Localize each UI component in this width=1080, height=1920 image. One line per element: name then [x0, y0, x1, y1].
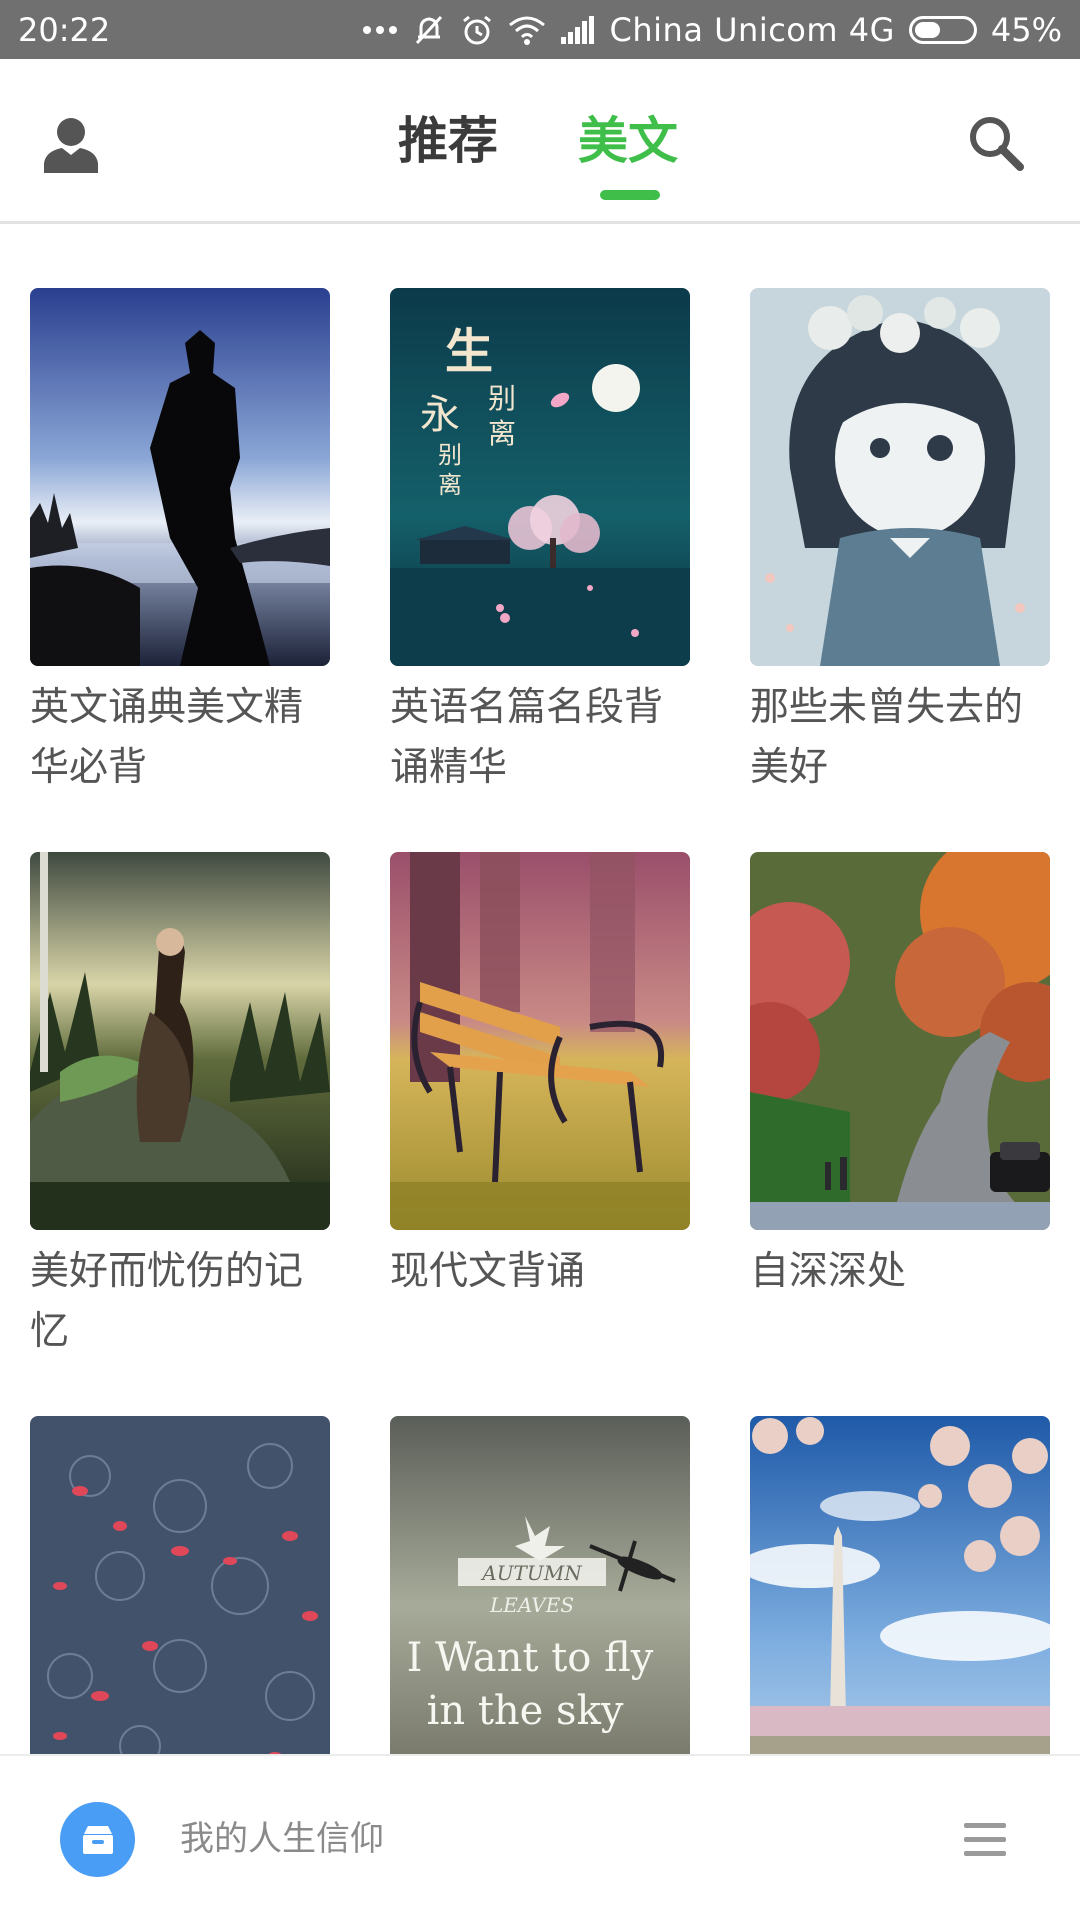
svg-text:离: 离: [488, 417, 516, 450]
mute-icon: [415, 15, 442, 44]
article-card[interactable]: [30, 1416, 330, 1754]
signal-icon: [560, 15, 594, 44]
article-grid: 英文诵典美文精华必背 生 别 离 永 别 离 英语名篇名段背诵精华 那些未曾失去…: [0, 224, 1080, 1754]
status-icons: China Unicom 4G 45%: [362, 11, 1062, 49]
player-title[interactable]: 我的人生信仰: [180, 1814, 384, 1864]
battery-percent: 45%: [990, 10, 1062, 49]
card-title: 英语名篇名段背诵精华: [390, 685, 664, 790]
card-image-silhouette: [30, 288, 330, 666]
article-card[interactable]: 现代文背诵: [390, 852, 690, 1302]
article-card[interactable]: 自深深处: [750, 852, 1050, 1302]
active-tab-indicator: [600, 190, 660, 200]
svg-text:别: 别: [438, 441, 462, 469]
svg-text:生: 生: [445, 324, 493, 380]
card-image-bench: [390, 852, 690, 1230]
article-card[interactable]: 生 别 离 永 别 离 英语名篇名段背诵精华: [390, 288, 690, 798]
card-title: 自深深处: [750, 1249, 907, 1294]
card-image-monument: [750, 1416, 1050, 1754]
battery-icon: [908, 15, 977, 44]
image-text-autumn: AUTUMN: [480, 1561, 583, 1585]
card-image-woman-forest: [30, 852, 330, 1230]
card-title: 美好而忧伤的记忆: [30, 1249, 304, 1354]
tab-recommend[interactable]: 推荐: [398, 109, 498, 173]
search-icon[interactable]: [966, 113, 1026, 173]
menu-icon[interactable]: [964, 1822, 1006, 1858]
inbox-icon: [82, 1825, 113, 1854]
status-bar: 20:22 China Unicom 4G 45%: [0, 0, 1080, 59]
bottom-player-bar: 我的人生信仰: [0, 1754, 1080, 1920]
screen: 20:22 China Unicom 4G 45% 推荐 美文 英文诵典美文精华…: [0, 0, 1080, 1920]
top-nav: 推荐 美文: [0, 59, 1080, 224]
user-icon[interactable]: [42, 115, 100, 175]
article-card[interactable]: 英文诵典美文精华必背: [30, 288, 330, 798]
card-title: 那些未曾失去的美好: [750, 685, 1024, 790]
tab-meiwen[interactable]: 美文: [578, 109, 678, 173]
card-image-moon-night: 生 别 离 永 别 离: [390, 288, 690, 666]
svg-text:永: 永: [420, 392, 460, 438]
battery-fill: [914, 21, 940, 38]
article-card[interactable]: 那些未曾失去的美好: [750, 288, 1050, 798]
wifi-icon: [508, 16, 545, 45]
alarm-icon: [462, 15, 491, 44]
card-image-autumn-road: [750, 852, 1050, 1230]
card-title: 英文诵典美文精华必背: [30, 685, 304, 790]
card-image-autumn-leaves: AUTUMN LEAVES I Want to fly in the sky: [390, 1416, 690, 1754]
article-card[interactable]: 美好而忧伤的记忆: [30, 852, 330, 1362]
status-time: 20:22: [18, 10, 111, 49]
card-title: 现代文背诵: [390, 1249, 586, 1294]
more-dots-icon: [362, 25, 397, 34]
image-text-line1: I Want to fly: [407, 1635, 654, 1681]
image-text-leaves: LEAVES: [489, 1593, 574, 1617]
carrier-label: China Unicom 4G: [609, 10, 895, 49]
svg-text:离: 离: [438, 471, 462, 499]
card-image-anime-girl: [750, 288, 1050, 666]
card-image-rain-petals: [30, 1416, 330, 1754]
svg-text:别: 别: [488, 382, 516, 415]
article-card[interactable]: AUTUMN LEAVES I Want to fly in the sky: [390, 1416, 690, 1754]
image-text-line2: in the sky: [427, 1688, 624, 1734]
article-card[interactable]: [750, 1416, 1050, 1754]
player-button[interactable]: [60, 1802, 135, 1877]
